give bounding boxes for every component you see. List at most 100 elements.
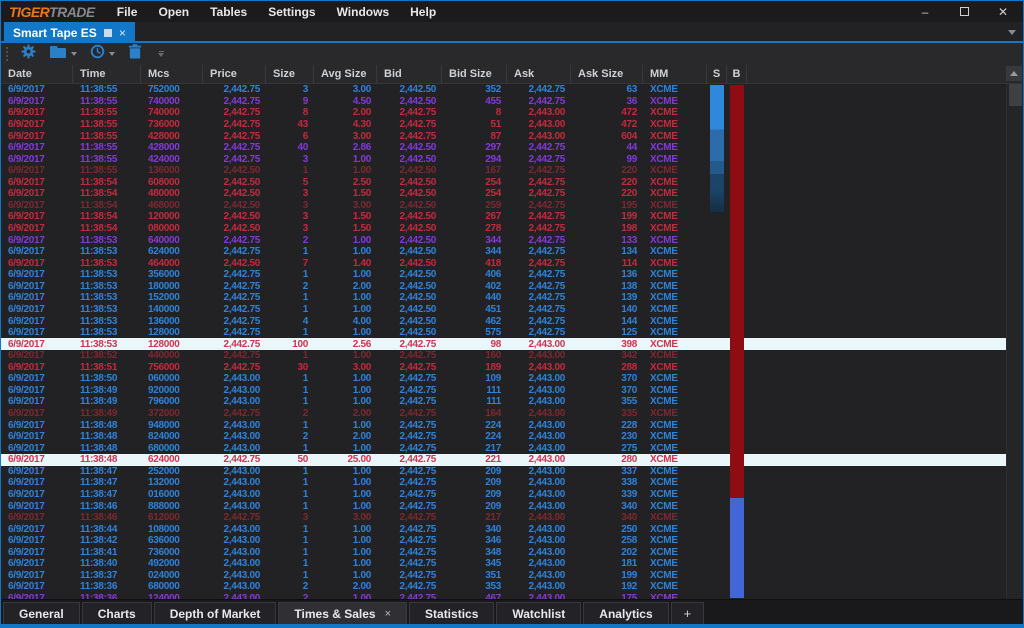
column-header-s[interactable]: S <box>707 65 727 83</box>
column-header-price[interactable]: Price <box>203 65 266 83</box>
column-header-bid[interactable]: Bid <box>377 65 442 83</box>
scrollbar-thumb[interactable] <box>1009 84 1022 106</box>
table-row[interactable]: 6/9/201711:38:531280002,442.751002.562,4… <box>1 338 1006 350</box>
cell-mcs: 680000 <box>141 443 203 454</box>
table-row[interactable]: 6/9/201711:38:531280002,442.7511.002,442… <box>1 327 1006 339</box>
bottom-tab-charts[interactable]: Charts <box>82 602 152 624</box>
table-row[interactable]: 6/9/201711:38:500600002,443.0011.002,442… <box>1 373 1006 385</box>
tab-close-icon[interactable]: × <box>119 26 126 40</box>
table-row[interactable]: 6/9/201711:38:541200002,442.5031.502,442… <box>1 211 1006 223</box>
table-row[interactable]: 6/9/201711:38:557400002,442.7582.002,442… <box>1 107 1006 119</box>
table-row[interactable]: 6/9/201711:38:557520002,442.7533.002,442… <box>1 84 1006 96</box>
table-row[interactable]: 6/9/201711:38:471320002,443.0011.002,442… <box>1 477 1006 489</box>
table-row[interactable]: 6/9/201711:38:554280002,442.7563.002,442… <box>1 130 1006 142</box>
table-row[interactable]: 6/9/201711:38:524400002,442.7511.002,442… <box>1 350 1006 362</box>
column-header-avg-size[interactable]: Avg Size <box>314 65 377 83</box>
table-row[interactable]: 6/9/201711:38:404920002,443.0011.002,442… <box>1 558 1006 570</box>
cell-size: 30 <box>266 362 314 373</box>
cell-date: 6/9/2017 <box>1 350 73 361</box>
column-header-mcs[interactable]: Mcs <box>141 65 203 83</box>
bottom-tab-statistics[interactable]: Statistics <box>409 602 494 624</box>
table-row[interactable]: 6/9/201711:38:497960002,443.0011.002,442… <box>1 396 1006 408</box>
table-row[interactable]: 6/9/201711:38:531400002,442.7511.002,442… <box>1 304 1006 316</box>
table-row[interactable]: 6/9/201711:38:536400002,442.7521.002,442… <box>1 234 1006 246</box>
table-row[interactable]: 6/9/201711:38:466120002,442.7533.002,442… <box>1 512 1006 524</box>
cell-ask: 2,443.00 <box>507 385 571 396</box>
column-header-bid-size[interactable]: Bid Size <box>442 65 507 83</box>
cell-ask: 2,443.00 <box>507 420 571 431</box>
clear-button[interactable] <box>128 44 142 64</box>
table-row[interactable]: 6/9/201711:38:489480002,443.0011.002,442… <box>1 419 1006 431</box>
column-header-size[interactable]: Size <box>266 65 314 83</box>
minimize-button[interactable]: – <box>919 5 931 19</box>
open-layout-button[interactable] <box>49 45 77 64</box>
table-row[interactable]: 6/9/201711:38:417360002,443.0011.002,442… <box>1 547 1006 559</box>
bottom-tab-analytics[interactable]: Analytics <box>583 602 668 624</box>
table-row[interactable]: 6/9/201711:38:366800002,443.0022.002,442… <box>1 581 1006 593</box>
tab-smart-tape-es[interactable]: Smart Tape ES × <box>4 22 135 43</box>
menu-windows[interactable]: Windows <box>337 5 390 19</box>
table-row[interactable]: 6/9/201711:38:468880002,443.0011.002,442… <box>1 500 1006 512</box>
chevron-down-icon[interactable] <box>1008 30 1016 35</box>
table-row[interactable]: 6/9/201711:38:557400002,442.7594.502,442… <box>1 96 1006 108</box>
maximize-button[interactable] <box>958 5 970 19</box>
table-row[interactable]: 6/9/201711:38:470160002,443.0011.002,442… <box>1 489 1006 501</box>
table-row[interactable]: 6/9/201711:38:531800002,442.7522.002,442… <box>1 281 1006 293</box>
bottom-tab-depth-of-market[interactable]: Depth of Market <box>154 602 277 624</box>
table-row[interactable]: 6/9/201711:38:536240002,442.7511.002,442… <box>1 246 1006 258</box>
table-row[interactable]: 6/9/201711:38:486240002,442.755025.002,4… <box>1 454 1006 466</box>
column-header-b[interactable]: B <box>727 65 747 83</box>
bottom-tab-general[interactable]: General <box>3 602 80 624</box>
bottom-tab-times-sales[interactable]: Times & Sales× <box>278 602 407 624</box>
add-tab-button[interactable]: + <box>671 602 705 624</box>
table-row[interactable]: 6/9/201711:38:544680002,442.5033.002,442… <box>1 200 1006 212</box>
table-row[interactable]: 6/9/201711:38:546080002,442.5052.502,442… <box>1 177 1006 189</box>
table-row[interactable]: 6/9/201711:38:531520002,442.7511.002,442… <box>1 292 1006 304</box>
table-row[interactable]: 6/9/201711:38:551360002,442.5011.002,442… <box>1 165 1006 177</box>
cell-date: 6/9/2017 <box>1 177 73 188</box>
history-button[interactable] <box>90 44 115 64</box>
column-header-date[interactable]: Date <box>1 65 73 83</box>
close-button[interactable]: ✕ <box>997 5 1009 19</box>
column-header-time[interactable]: Time <box>73 65 141 83</box>
menu-tables[interactable]: Tables <box>210 5 247 19</box>
table-row[interactable]: 6/9/201711:38:554240002,442.7531.002,442… <box>1 153 1006 165</box>
menu-help[interactable]: Help <box>410 5 436 19</box>
table-row[interactable]: 6/9/201711:38:488240002,443.0022.002,442… <box>1 431 1006 443</box>
table-row[interactable]: 6/9/201711:38:370240002,443.0011.002,442… <box>1 570 1006 582</box>
tab-close-icon[interactable]: × <box>385 608 391 620</box>
column-header-ask[interactable]: Ask <box>507 65 571 83</box>
chevron-down-icon[interactable] <box>71 52 77 56</box>
vertical-scrollbar[interactable] <box>1006 84 1023 599</box>
table-row[interactable]: 6/9/201711:38:493720002,442.7522.002,442… <box>1 408 1006 420</box>
menu-settings[interactable]: Settings <box>268 5 315 19</box>
table-row[interactable]: 6/9/201711:38:540800002,442.5031.502,442… <box>1 223 1006 235</box>
cell-time: 11:38:53 <box>73 235 141 246</box>
toolbar-grip[interactable] <box>6 47 8 61</box>
table-row[interactable]: 6/9/201711:38:544800002,442.5031.502,442… <box>1 188 1006 200</box>
bottom-tab-watchlist[interactable]: Watchlist <box>496 602 581 624</box>
chevron-down-icon[interactable] <box>109 52 115 56</box>
menu-open[interactable]: Open <box>158 5 189 19</box>
cell-bid: 2,442.75 <box>377 512 442 523</box>
table-row[interactable]: 6/9/201711:38:499200002,443.0011.002,442… <box>1 385 1006 397</box>
table-row[interactable]: 6/9/201711:38:486800002,443.0011.002,442… <box>1 442 1006 454</box>
table-row[interactable]: 6/9/201711:38:534640002,442.5071.402,442… <box>1 257 1006 269</box>
column-header-mm[interactable]: MM <box>643 65 707 83</box>
toolbar-overflow-button[interactable] <box>158 51 164 57</box>
table-row[interactable]: 6/9/201711:38:361240002,443.0021.002,442… <box>1 593 1006 599</box>
table-row[interactable]: 6/9/201711:38:533560002,442.7511.002,442… <box>1 269 1006 281</box>
table-row[interactable]: 6/9/201711:38:472520002,443.0011.002,442… <box>1 466 1006 478</box>
table-row[interactable]: 6/9/201711:38:531360002,442.7544.002,442… <box>1 315 1006 327</box>
cell-bid: 2,442.75 <box>377 350 442 361</box>
table-row[interactable]: 6/9/201711:38:426360002,443.0011.002,442… <box>1 535 1006 547</box>
cell-ask-size: 472 <box>571 119 643 130</box>
table-row[interactable]: 6/9/201711:38:517560002,442.75303.002,44… <box>1 362 1006 374</box>
table-row[interactable]: 6/9/201711:38:441080002,443.0011.002,442… <box>1 523 1006 535</box>
table-row[interactable]: 6/9/201711:38:557360002,442.75434.302,44… <box>1 119 1006 131</box>
settings-button[interactable] <box>21 44 36 64</box>
menu-file[interactable]: File <box>117 5 138 19</box>
column-header-ask-size[interactable]: Ask Size <box>571 65 643 83</box>
scroll-up-button[interactable] <box>1006 66 1022 81</box>
table-row[interactable]: 6/9/201711:38:554280002,442.75402.862,44… <box>1 142 1006 154</box>
